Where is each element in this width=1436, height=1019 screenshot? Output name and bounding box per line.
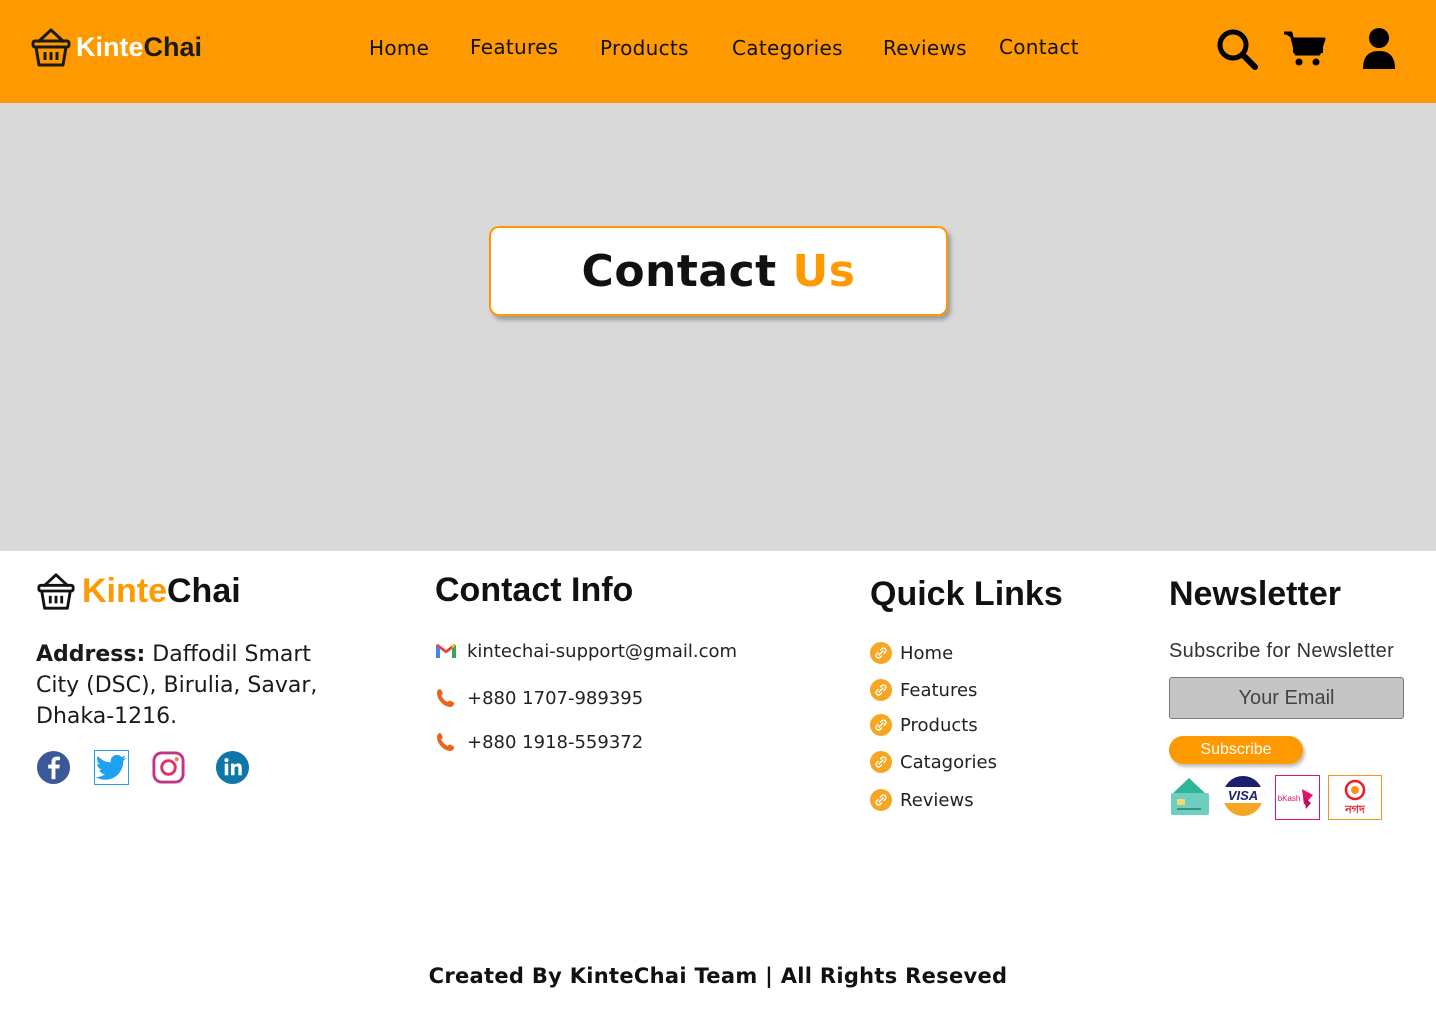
nagad-icon: নগদ bbox=[1328, 775, 1382, 820]
quick-links-title: Quick Links bbox=[870, 575, 1063, 613]
phone-icon bbox=[437, 689, 455, 707]
quick-link-label: Reviews bbox=[900, 789, 974, 811]
nav-products[interactable]: Products bbox=[600, 36, 689, 60]
nav-home[interactable]: Home bbox=[369, 36, 429, 60]
cart-icon[interactable] bbox=[1283, 30, 1327, 68]
contact-phone-1[interactable]: +880 1707-989395 bbox=[467, 688, 643, 709]
card-icon bbox=[1171, 778, 1209, 815]
link-icon bbox=[870, 642, 892, 664]
bkash-icon: bKash bbox=[1275, 775, 1320, 820]
link-icon bbox=[870, 751, 892, 773]
title-part2: Us bbox=[792, 245, 856, 297]
quick-link-home[interactable]: Home bbox=[870, 642, 953, 664]
contact-phone1-row: +880 1707-989395 bbox=[435, 687, 643, 709]
contact-phone-2[interactable]: +880 1918-559372 bbox=[467, 732, 643, 753]
visa-label: VISA bbox=[1228, 788, 1258, 803]
social-links bbox=[36, 750, 266, 786]
quick-link-categories[interactable]: Catagories bbox=[870, 751, 997, 773]
hero-section: Contact Us bbox=[0, 103, 1436, 551]
footer-brand-part2: Chai bbox=[167, 571, 241, 610]
visa-icon: VISA bbox=[1223, 776, 1263, 816]
instagram-icon[interactable] bbox=[151, 750, 186, 785]
newsletter-subtitle: Subscribe for Newsletter bbox=[1169, 640, 1395, 662]
link-icon bbox=[870, 679, 892, 701]
page-title: Contact Us bbox=[582, 246, 856, 297]
gmail-icon bbox=[436, 644, 456, 658]
newsletter-title: Newsletter bbox=[1169, 575, 1341, 613]
title-part1: Contact bbox=[581, 245, 777, 297]
footer: KinteChai Address: Daffodil Smart City (… bbox=[0, 551, 1436, 1019]
nagad-label: নগদ bbox=[1344, 803, 1366, 816]
quick-link-reviews[interactable]: Reviews bbox=[870, 789, 974, 811]
contact-phone2-row: +880 1918-559372 bbox=[435, 731, 643, 753]
facebook-icon[interactable] bbox=[36, 750, 71, 785]
hero-title-box: Contact Us bbox=[489, 226, 948, 316]
nav-features[interactable]: Features bbox=[470, 35, 558, 59]
basket-icon bbox=[37, 573, 75, 610]
nav-categories[interactable]: Categories bbox=[732, 36, 843, 60]
user-icon[interactable] bbox=[1361, 27, 1397, 71]
link-icon bbox=[870, 789, 892, 811]
quick-link-label: Products bbox=[900, 714, 978, 736]
footer-credit: Created By KinteChai Team | All Rights R… bbox=[428, 964, 1008, 988]
contact-email[interactable]: kintechai-support@gmail.com bbox=[467, 641, 737, 662]
bkash-label: bKash bbox=[1278, 794, 1301, 803]
address: Address: Daffodil Smart City (DSC), Biru… bbox=[36, 639, 336, 732]
nav-reviews[interactable]: Reviews bbox=[883, 36, 967, 60]
footer-brand: KinteChai bbox=[82, 572, 241, 611]
linkedin-icon[interactable] bbox=[215, 750, 250, 785]
footer-logo[interactable]: KinteChai bbox=[36, 571, 241, 611]
contact-info-title: Contact Info bbox=[435, 571, 634, 609]
quick-link-label: Features bbox=[900, 679, 978, 701]
twitter-icon[interactable] bbox=[94, 750, 129, 785]
top-navbar: KinteChai Home Features Products Categor… bbox=[0, 0, 1436, 103]
quick-link-label: Home bbox=[900, 642, 954, 664]
quick-link-products[interactable]: Products bbox=[870, 714, 978, 736]
footer-brand-part1: Kinte bbox=[82, 571, 167, 610]
contact-email-row: kintechai-support@gmail.com bbox=[435, 640, 737, 662]
phone-icon bbox=[437, 733, 455, 751]
search-icon[interactable] bbox=[1216, 28, 1260, 70]
nav-contact[interactable]: Contact bbox=[999, 35, 1079, 59]
subscribe-button[interactable]: Subscribe bbox=[1169, 736, 1303, 764]
address-label: Address: bbox=[36, 642, 146, 667]
link-icon bbox=[870, 714, 892, 736]
newsletter-email-input[interactable] bbox=[1169, 677, 1404, 719]
quick-link-features[interactable]: Features bbox=[870, 679, 977, 701]
quick-link-label: Catagories bbox=[900, 751, 997, 773]
